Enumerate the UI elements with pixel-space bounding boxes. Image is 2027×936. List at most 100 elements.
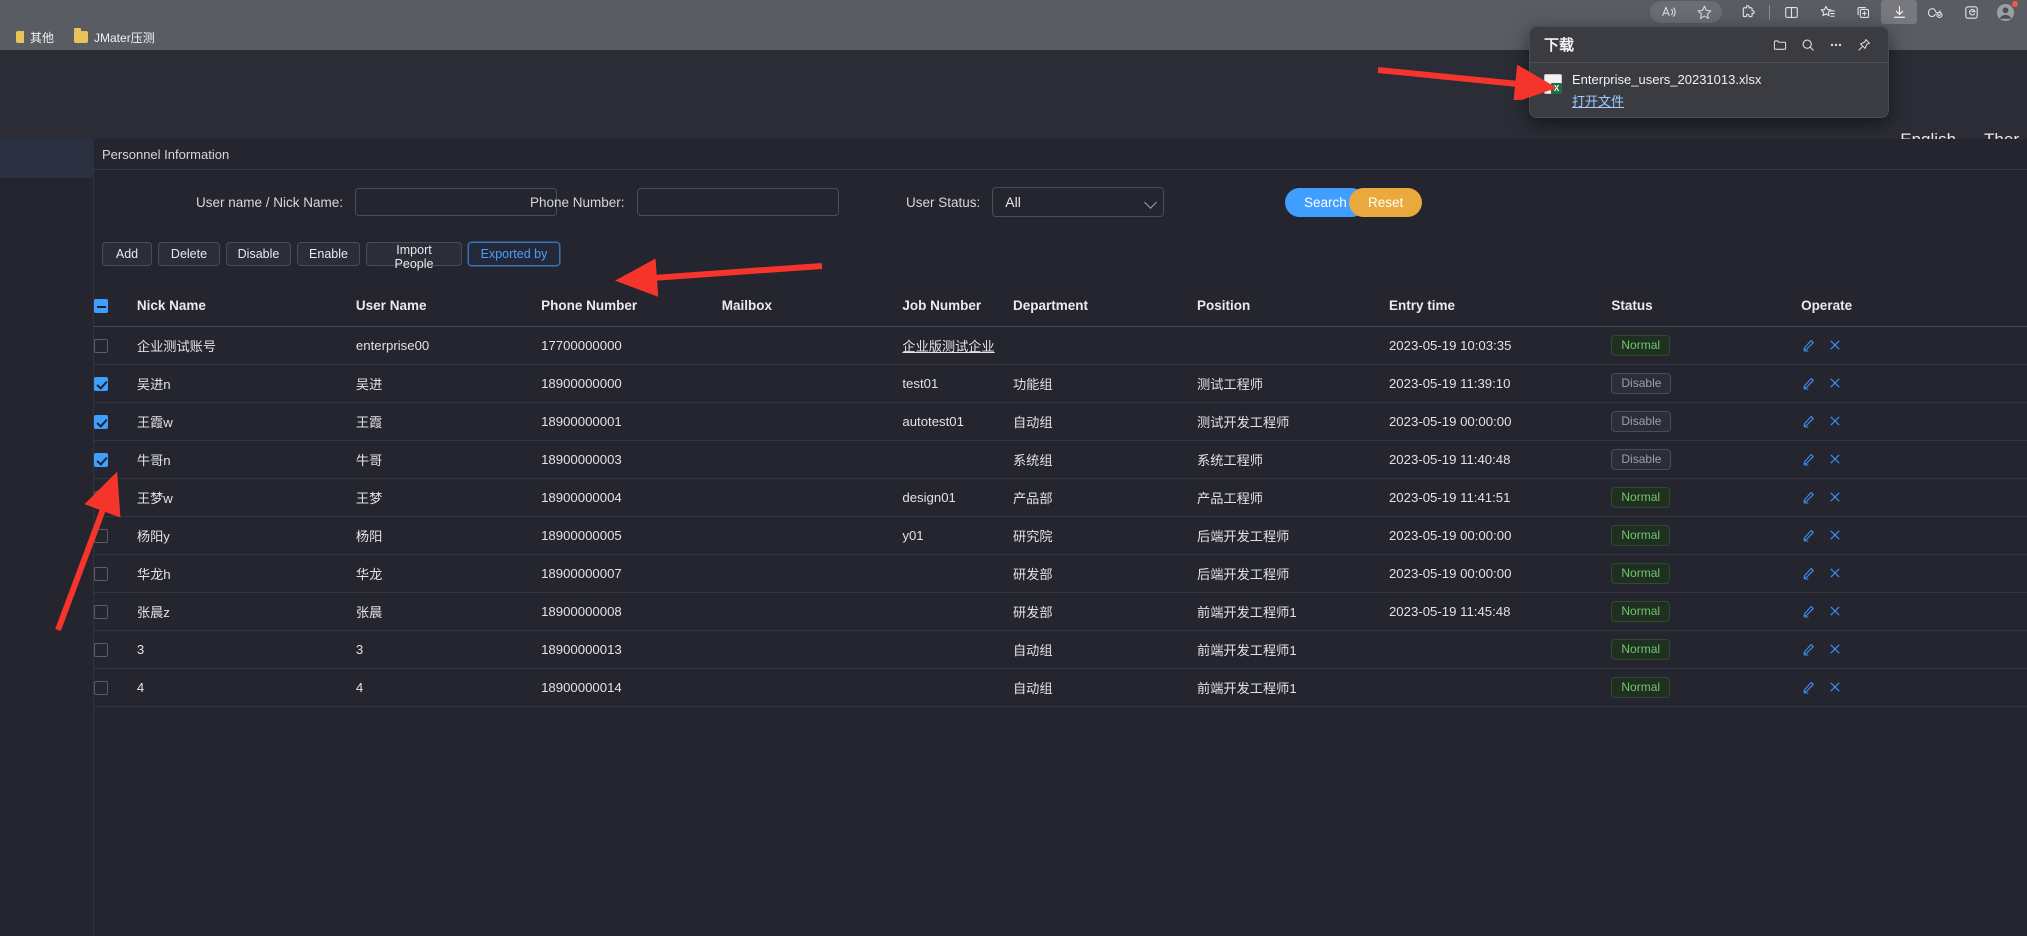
table-row[interactable]: 杨阳y 杨阳 18900000005 y01 研究院 后端开发工程师 2023-05-19 … [94, 516, 2027, 555]
row-checkbox[interactable] [94, 604, 108, 619]
select-all-checkbox[interactable] [94, 299, 108, 314]
bookmark-folder-other[interactable]: 其他 [6, 26, 64, 48]
profile-avatar-icon[interactable] [1989, 0, 2021, 24]
col-job-number[interactable]: Job Number [902, 286, 1013, 326]
cell-nick-name: 吴进n [136, 364, 356, 403]
favorites-star-icon[interactable] [1686, 0, 1722, 24]
row-checkbox[interactable] [94, 680, 108, 695]
search-icon[interactable] [1794, 33, 1822, 57]
edit-pencil-icon[interactable] [1801, 528, 1816, 543]
status-badge: Normal [1611, 638, 1671, 660]
close-x-icon[interactable] [1828, 376, 1842, 390]
more-options-icon[interactable] [1822, 33, 1850, 57]
table-row[interactable]: 牛哥n 牛哥 18900000003 系统组 系统工程师 2023-05-19 11:40… [94, 440, 2027, 479]
row-checkbox[interactable] [94, 338, 108, 353]
bookmark-folder-jmeter[interactable]: JMater压测 [64, 26, 165, 48]
browser-toolbar [0, 0, 2027, 24]
col-status[interactable]: Status [1611, 286, 1801, 326]
cell-job-number: autotest01 [902, 402, 1013, 441]
add-button[interactable]: Add [102, 242, 152, 266]
open-file-link[interactable]: 打开文件 [1572, 91, 1624, 110]
delete-button[interactable]: Delete [158, 242, 220, 266]
status-badge: Normal [1611, 676, 1671, 698]
import-people-button[interactable]: Import People [366, 242, 462, 271]
ie-mode-icon[interactable] [1953, 0, 1989, 24]
table-row[interactable]: 企业测试账号 enterprise00 17700000000 企业版测试企业 2023… [94, 326, 2027, 365]
row-checkbox[interactable] [94, 528, 108, 543]
close-x-icon[interactable] [1828, 452, 1842, 466]
cell-phone-number: 18900000008 [541, 592, 722, 631]
download-item[interactable]: Enterprise_users_20231013.xlsx 打开文件 [1530, 63, 1888, 111]
table-row[interactable]: 3 3 18900000013 自动组 前端开发工程师1 Normal [94, 630, 2027, 669]
close-x-icon[interactable] [1828, 528, 1842, 542]
user-status-select[interactable]: All [992, 187, 1165, 217]
row-checkbox[interactable] [94, 490, 108, 505]
col-operate[interactable]: Operate [1801, 286, 2027, 326]
col-entry-time[interactable]: Entry time [1389, 286, 1611, 326]
status-badge: Disable [1611, 372, 1672, 394]
close-x-icon[interactable] [1828, 604, 1842, 618]
page-title: Personnel Information [102, 146, 230, 162]
search-input-username[interactable] [355, 188, 558, 216]
username-field-group: User name / Nick Name: [196, 188, 558, 216]
edit-pencil-icon[interactable] [1801, 376, 1816, 391]
col-position[interactable]: Position [1197, 286, 1389, 326]
close-x-icon[interactable] [1828, 490, 1842, 504]
row-select-cell [94, 516, 137, 555]
edit-pencil-icon[interactable] [1801, 490, 1816, 505]
table-row[interactable]: 4 4 18900000014 自动组 前端开发工程师1 Normal [94, 668, 2027, 707]
collections-icon[interactable] [1809, 0, 1845, 24]
cell-entry-time: 2023-05-19 11:40:48 [1388, 440, 1612, 479]
split-screen-icon[interactable] [1773, 0, 1809, 24]
table-row[interactable]: 王梦w 王梦 18900000004 design01 产品部 产品工程师 2023-05-… [94, 478, 2027, 517]
search-input-phone[interactable] [636, 188, 839, 216]
cell-department: 自动组 [1013, 668, 1198, 707]
row-checkbox[interactable] [94, 414, 108, 429]
col-phone-number[interactable]: Phone Number [541, 286, 722, 326]
edit-pencil-icon[interactable] [1801, 566, 1816, 581]
edit-pencil-icon[interactable] [1801, 452, 1816, 467]
sidebar-item-active[interactable] [0, 139, 94, 178]
extensions-icon[interactable] [1730, 0, 1766, 24]
open-folder-icon[interactable] [1766, 33, 1794, 57]
status-badge: Normal [1611, 600, 1671, 622]
col-department[interactable]: Department [1013, 286, 1197, 326]
close-x-icon[interactable] [1828, 338, 1842, 352]
close-x-icon[interactable] [1828, 680, 1842, 694]
status-badge: Normal [1611, 486, 1671, 508]
disable-button[interactable]: Disable [226, 242, 291, 266]
row-checkbox[interactable] [94, 376, 108, 391]
table-row[interactable]: 王霞w 王霞 18900000001 autotest01 自动组 测试开发工程师 2023… [94, 402, 2027, 441]
close-x-icon[interactable] [1828, 566, 1842, 580]
table-row[interactable]: 吴进n 吴进 18900000000 test01 功能组 测试工程师 2023-05-19… [94, 364, 2027, 403]
cell-status: Disable [1611, 440, 1802, 479]
edit-pencil-icon[interactable] [1801, 338, 1816, 353]
downloads-icon[interactable] [1881, 0, 1917, 24]
copilot-icon[interactable] [1917, 0, 1953, 24]
job-number-link[interactable]: 企业版测试企业 [902, 339, 994, 354]
row-checkbox[interactable] [94, 452, 108, 467]
read-aloud-icon[interactable] [1650, 0, 1686, 24]
edit-pencil-icon[interactable] [1801, 680, 1816, 695]
edit-pencil-icon[interactable] [1801, 642, 1816, 657]
row-checkbox[interactable] [94, 566, 108, 581]
status-badge: Normal [1611, 334, 1671, 356]
col-nick-name[interactable]: Nick Name [137, 286, 356, 326]
edit-pencil-icon[interactable] [1801, 604, 1816, 619]
reset-button[interactable]: Reset [1349, 188, 1423, 217]
row-checkbox[interactable] [94, 642, 108, 657]
profile-notification-dot [2012, 1, 2018, 7]
close-x-icon[interactable] [1828, 642, 1842, 656]
table-row[interactable]: 华龙h 华龙 18900000007 研发部 后端开发工程师 2023-05-19 00:… [94, 554, 2027, 593]
exported-by-button[interactable]: Exported by [468, 242, 560, 266]
edit-pencil-icon[interactable] [1801, 414, 1816, 429]
table-row[interactable]: 张晨z 张晨 18900000008 研发部 前端开发工程师1 2023-05-19 11… [94, 592, 2027, 631]
col-mailbox[interactable]: Mailbox [722, 286, 903, 326]
cell-status: Normal [1611, 554, 1802, 593]
cell-entry-time [1388, 630, 1612, 669]
browser-essentials-icon[interactable] [1845, 0, 1881, 24]
close-x-icon[interactable] [1828, 414, 1842, 428]
pin-icon[interactable] [1850, 33, 1878, 57]
enable-button[interactable]: Enable [297, 242, 360, 266]
col-user-name[interactable]: User Name [356, 286, 541, 326]
